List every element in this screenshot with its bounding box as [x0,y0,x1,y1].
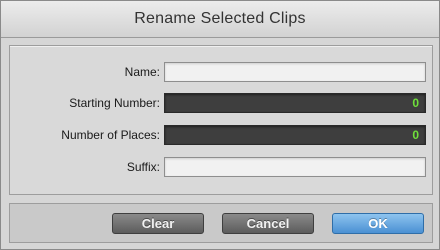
dialog-title-bar: Rename Selected Clips [1,1,439,38]
suffix-row: Suffix: [10,157,432,179]
form-panel: Name: Starting Number: 0 Number of Place… [9,45,433,195]
name-input[interactable] [164,62,426,82]
name-row: Name: [10,62,432,84]
number-of-places-value: 0 [412,128,419,142]
starting-number-row: Starting Number: 0 [10,93,432,115]
cancel-button[interactable]: Cancel [222,213,314,234]
starting-number-field[interactable]: 0 [164,93,426,113]
name-label: Name: [124,65,160,79]
starting-number-label: Starting Number: [69,96,160,110]
number-of-places-label: Number of Places: [61,128,160,142]
suffix-input[interactable] [164,157,426,177]
ok-button[interactable]: OK [332,213,424,234]
dialog-title: Rename Selected Clips [134,10,306,27]
clear-button[interactable]: Clear [112,213,204,234]
number-of-places-field[interactable]: 0 [164,125,426,145]
button-bar: Clear Cancel OK [9,203,433,243]
suffix-label: Suffix: [126,160,160,174]
rename-clips-dialog: Rename Selected Clips Name: Starting Num… [0,0,440,250]
starting-number-value: 0 [412,96,419,110]
number-of-places-row: Number of Places: 0 [10,125,432,147]
